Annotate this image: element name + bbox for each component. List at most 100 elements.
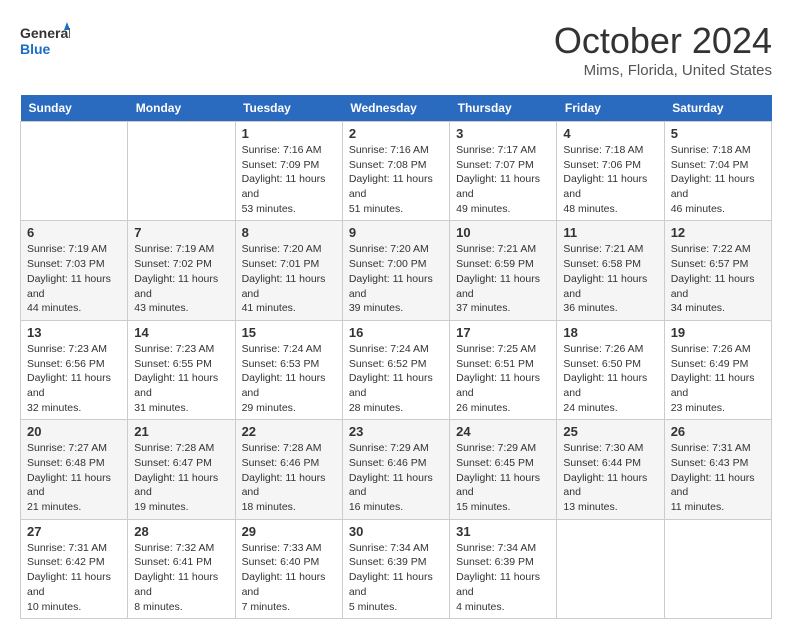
calendar-cell: 8 Sunrise: 7:20 AMSunset: 7:01 PMDaylight… <box>235 221 342 320</box>
day-info: Sunrise: 7:31 AMSunset: 6:42 PMDaylight:… <box>27 541 121 614</box>
day-number: 14 <box>134 325 228 340</box>
day-of-week-header: Thursday <box>450 95 557 122</box>
day-info: Sunrise: 7:29 AMSunset: 6:45 PMDaylight:… <box>456 441 550 514</box>
day-info: Sunrise: 7:16 AMSunset: 7:08 PMDaylight:… <box>349 143 443 216</box>
day-info: Sunrise: 7:24 AMSunset: 6:52 PMDaylight:… <box>349 342 443 415</box>
day-of-week-header: Tuesday <box>235 95 342 122</box>
day-number: 26 <box>671 424 765 439</box>
day-info: Sunrise: 7:26 AMSunset: 6:50 PMDaylight:… <box>563 342 657 415</box>
day-number: 18 <box>563 325 657 340</box>
calendar-week-row: 13Sunrise: 7:23 AMSunset: 6:56 PMDayligh… <box>21 320 772 419</box>
day-of-week-header: Friday <box>557 95 664 122</box>
day-number: 20 <box>27 424 121 439</box>
day-of-week-header: Sunday <box>21 95 128 122</box>
day-info: Sunrise: 7:29 AMSunset: 6:46 PMDaylight:… <box>349 441 443 514</box>
day-info: Sunrise: 7:22 AMSunset: 6:57 PMDaylight:… <box>671 242 765 315</box>
calendar-cell: 19 Sunrise: 7:26 AMSunset: 6:49 PMDayligh… <box>664 320 771 419</box>
calendar-cell: 30Sunrise: 7:34 AMSunset: 6:39 PMDayligh… <box>342 519 449 618</box>
calendar-cell: 5 Sunrise: 7:18 AMSunset: 7:04 PMDaylight… <box>664 122 771 221</box>
calendar-week-row: 1 Sunrise: 7:16 AMSunset: 7:09 PMDaylight… <box>21 122 772 221</box>
day-info: Sunrise: 7:17 AMSunset: 7:07 PMDaylight:… <box>456 143 550 216</box>
day-number: 27 <box>27 524 121 539</box>
logo: General Blue <box>20 20 70 64</box>
calendar-cell: 31 Sunrise: 7:34 AMSunset: 6:39 PMDayligh… <box>450 519 557 618</box>
calendar-cell: 10Sunrise: 7:21 AMSunset: 6:59 PMDayligh… <box>450 221 557 320</box>
day-info: Sunrise: 7:34 AMSunset: 6:39 PMDaylight:… <box>456 541 550 614</box>
calendar-cell: 26 Sunrise: 7:31 AMSunset: 6:43 PMDayligh… <box>664 420 771 519</box>
calendar-cell: 17Sunrise: 7:25 AMSunset: 6:51 PMDayligh… <box>450 320 557 419</box>
day-info: Sunrise: 7:19 AMSunset: 7:02 PMDaylight:… <box>134 242 228 315</box>
svg-text:Blue: Blue <box>20 41 51 57</box>
calendar-cell <box>557 519 664 618</box>
day-info: Sunrise: 7:28 AMSunset: 6:47 PMDaylight:… <box>134 441 228 514</box>
day-of-week-header: Monday <box>128 95 235 122</box>
calendar-cell: 1 Sunrise: 7:16 AMSunset: 7:09 PMDaylight… <box>235 122 342 221</box>
day-info: Sunrise: 7:16 AMSunset: 7:09 PMDaylight:… <box>242 143 336 216</box>
day-number: 16 <box>349 325 443 340</box>
day-number: 1 <box>242 126 336 141</box>
day-info: Sunrise: 7:19 AMSunset: 7:03 PMDaylight:… <box>27 242 121 315</box>
day-number: 30 <box>349 524 443 539</box>
day-info: Sunrise: 7:25 AMSunset: 6:51 PMDaylight:… <box>456 342 550 415</box>
day-number: 10 <box>456 225 550 240</box>
calendar-cell: 21 Sunrise: 7:28 AMSunset: 6:47 PMDayligh… <box>128 420 235 519</box>
day-number: 24 <box>456 424 550 439</box>
day-number: 4 <box>563 126 657 141</box>
day-number: 8 <box>242 225 336 240</box>
day-info: Sunrise: 7:26 AMSunset: 6:49 PMDaylight:… <box>671 342 765 415</box>
calendar-table: SundayMondayTuesdayWednesdayThursdayFrid… <box>20 95 772 619</box>
calendar-cell <box>128 122 235 221</box>
month-title: October 2024 <box>554 20 772 62</box>
calendar-cell: 15 Sunrise: 7:24 AMSunset: 6:53 PMDayligh… <box>235 320 342 419</box>
calendar-cell: 24 Sunrise: 7:29 AMSunset: 6:45 PMDayligh… <box>450 420 557 519</box>
svg-text:General: General <box>20 25 70 41</box>
day-info: Sunrise: 7:30 AMSunset: 6:44 PMDaylight:… <box>563 441 657 514</box>
day-info: Sunrise: 7:24 AMSunset: 6:53 PMDaylight:… <box>242 342 336 415</box>
logo-icon: General Blue <box>20 20 70 64</box>
calendar-cell: 3 Sunrise: 7:17 AMSunset: 7:07 PMDaylight… <box>450 122 557 221</box>
day-of-week-header: Saturday <box>664 95 771 122</box>
day-number: 3 <box>456 126 550 141</box>
calendar-week-row: 27 Sunrise: 7:31 AMSunset: 6:42 PMDayligh… <box>21 519 772 618</box>
calendar-cell: 11Sunrise: 7:21 AMSunset: 6:58 PMDayligh… <box>557 221 664 320</box>
day-of-week-header: Wednesday <box>342 95 449 122</box>
day-info: Sunrise: 7:20 AMSunset: 7:01 PMDaylight:… <box>242 242 336 315</box>
day-number: 28 <box>134 524 228 539</box>
day-number: 9 <box>349 225 443 240</box>
day-number: 6 <box>27 225 121 240</box>
day-number: 19 <box>671 325 765 340</box>
day-number: 22 <box>242 424 336 439</box>
day-info: Sunrise: 7:23 AMSunset: 6:55 PMDaylight:… <box>134 342 228 415</box>
day-number: 21 <box>134 424 228 439</box>
day-info: Sunrise: 7:23 AMSunset: 6:56 PMDaylight:… <box>27 342 121 415</box>
day-number: 31 <box>456 524 550 539</box>
day-number: 5 <box>671 126 765 141</box>
day-number: 23 <box>349 424 443 439</box>
page-header: General Blue October 2024 Mims, Florida,… <box>20 20 772 79</box>
day-info: Sunrise: 7:18 AMSunset: 7:04 PMDaylight:… <box>671 143 765 216</box>
location: Mims, Florida, United States <box>554 62 772 79</box>
calendar-cell: 4 Sunrise: 7:18 AMSunset: 7:06 PMDaylight… <box>557 122 664 221</box>
calendar-week-row: 20 Sunrise: 7:27 AMSunset: 6:48 PMDayligh… <box>21 420 772 519</box>
calendar-cell: 9 Sunrise: 7:20 AMSunset: 7:00 PMDaylight… <box>342 221 449 320</box>
calendar-cell: 18 Sunrise: 7:26 AMSunset: 6:50 PMDayligh… <box>557 320 664 419</box>
calendar-cell: 29Sunrise: 7:33 AMSunset: 6:40 PMDayligh… <box>235 519 342 618</box>
calendar-cell: 16 Sunrise: 7:24 AMSunset: 6:52 PMDayligh… <box>342 320 449 419</box>
calendar-cell: 27 Sunrise: 7:31 AMSunset: 6:42 PMDayligh… <box>21 519 128 618</box>
day-info: Sunrise: 7:28 AMSunset: 6:46 PMDaylight:… <box>242 441 336 514</box>
calendar-cell <box>664 519 771 618</box>
day-info: Sunrise: 7:27 AMSunset: 6:48 PMDaylight:… <box>27 441 121 514</box>
title-section: October 2024 Mims, Florida, United State… <box>554 20 772 79</box>
day-info: Sunrise: 7:20 AMSunset: 7:00 PMDaylight:… <box>349 242 443 315</box>
day-info: Sunrise: 7:21 AMSunset: 6:58 PMDaylight:… <box>563 242 657 315</box>
calendar-cell: 28Sunrise: 7:32 AMSunset: 6:41 PMDayligh… <box>128 519 235 618</box>
day-number: 29 <box>242 524 336 539</box>
day-info: Sunrise: 7:18 AMSunset: 7:06 PMDaylight:… <box>563 143 657 216</box>
day-number: 15 <box>242 325 336 340</box>
day-number: 12 <box>671 225 765 240</box>
calendar-cell: 13Sunrise: 7:23 AMSunset: 6:56 PMDayligh… <box>21 320 128 419</box>
calendar-cell: 6 Sunrise: 7:19 AMSunset: 7:03 PMDaylight… <box>21 221 128 320</box>
calendar-cell: 23 Sunrise: 7:29 AMSunset: 6:46 PMDayligh… <box>342 420 449 519</box>
day-number: 2 <box>349 126 443 141</box>
day-info: Sunrise: 7:31 AMSunset: 6:43 PMDaylight:… <box>671 441 765 514</box>
